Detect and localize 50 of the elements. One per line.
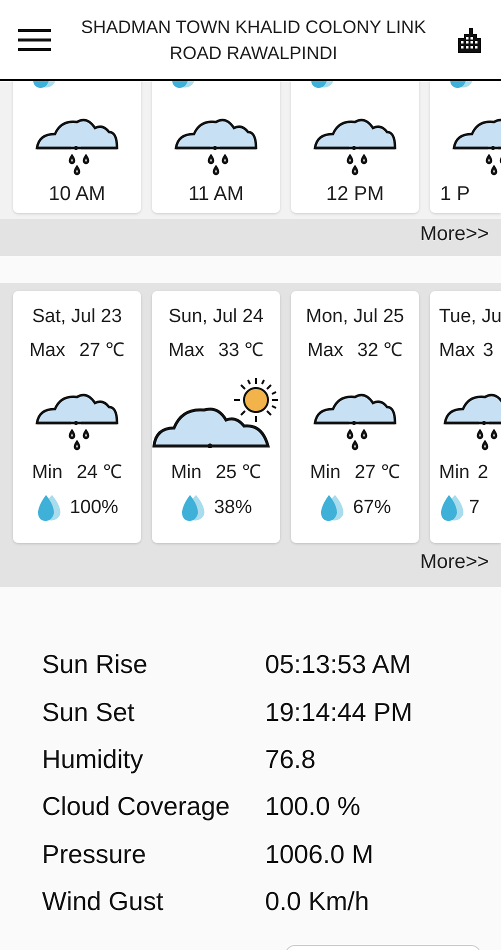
detail-value: 1006.0 M [265,838,374,871]
water-drops-icon [439,493,465,523]
hour-label: 11 AM [188,182,244,206]
sun-cloud-icon [152,376,280,448]
hour-label: 12 PM [326,182,384,206]
building-icon[interactable] [456,26,483,53]
detail-value: 76.8 [265,742,316,776]
water-drops-icon [36,493,62,523]
min-label: Min [170,461,202,485]
more-link[interactable]: More>> [420,219,489,249]
detail-label: Cloud Coverage [42,790,231,824]
detail-label: Pressure [42,838,148,871]
detail-label: Wind Gust [42,885,164,918]
precip-percent: 7 [469,496,480,520]
hour-label: 10 AM [48,182,106,206]
water-drops-icon [318,493,345,523]
detail-label: Humidity [42,742,144,776]
location-title: SHADMAN TOWN KHALID COLONY LINK ROAD RAWALPINDI [80,16,428,64]
min-label: Min [32,461,63,485]
day-date: Tue, Ju [439,305,501,329]
detail-value: 05:13:53 AM [265,648,411,682]
min-temp: 27 ℃ [354,461,400,485]
max-label: Max [168,339,204,363]
max-label: Max [307,339,344,363]
hour-label: 1 P [440,182,470,206]
day-date: Mon, Jul 25 [306,305,404,329]
max-label: Max [439,339,475,363]
precip-percent: 67% [352,496,392,520]
max-temp: 27 ℃ [79,339,125,363]
menu-icon[interactable] [18,28,51,50]
precip-percent: 100% [70,496,118,520]
min-temp: 25 ℃ [216,461,262,485]
min-temp: 24 ℃ [76,461,122,485]
max-temp: 3 [482,339,494,363]
more-link[interactable]: More>> [420,547,489,577]
max-label: Max [29,339,66,363]
detail-value: 100.0 % [265,790,360,824]
min-label: Min [310,461,341,485]
min-label: Min [439,461,470,485]
max-temp: 32 ℃ [357,339,403,363]
day-date: Sun, Jul 24 [168,305,264,329]
day-date: Sat, Jul 23 [32,305,122,329]
detail-label: Sun Rise [42,648,148,682]
detail-value: 0.0 Km/h [265,885,370,918]
detail-value: 19:14:44 PM [265,696,412,729]
water-drops-icon [180,493,206,523]
detail-label: Sun Set [42,696,136,729]
precip-percent: 38% [214,496,252,520]
max-temp: 33 ℃ [218,339,264,363]
min-temp: 2 [478,461,488,485]
